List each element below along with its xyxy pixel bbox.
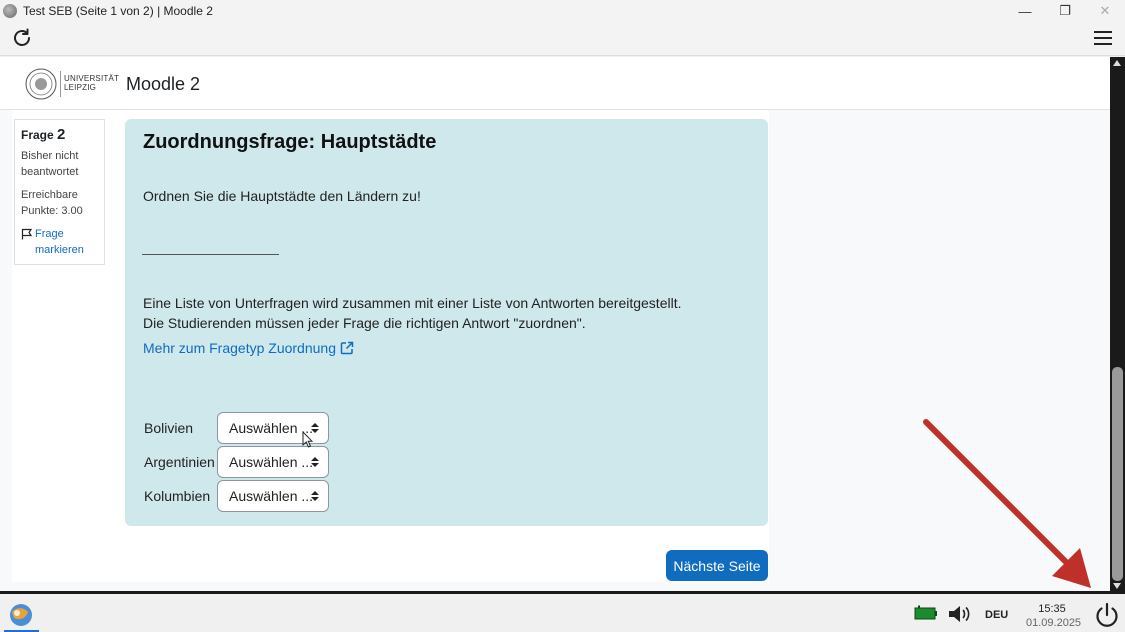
question-number: Frage 2 — [21, 126, 98, 143]
question-divider — [142, 254, 279, 255]
select-caret-icon — [311, 457, 319, 467]
logo-separator — [60, 71, 61, 97]
restore-button[interactable]: ❐ — [1045, 0, 1085, 22]
page-viewport: UNIVERSITÄT LEIPZIG Moodle 2 Frage 2 Bis… — [0, 57, 1110, 591]
window-title: Test SEB (Seite 1 von 2) | Moodle 2 — [23, 4, 213, 18]
seb-app-icon — [3, 4, 17, 18]
browser-toolbar — [0, 22, 1125, 56]
close-button[interactable]: ✕ — [1085, 0, 1125, 22]
question-description: Eine Liste von Unterfragen wird zusammen… — [143, 295, 682, 331]
next-page-button[interactable]: Nächste Seite — [666, 550, 768, 581]
help-link-label: Mehr zum Fragetyp Zuordnung — [143, 340, 336, 356]
question-number-value: 2 — [57, 126, 66, 143]
flag-question-link[interactable]: Frage markieren — [21, 226, 98, 258]
match-select-kolumbien[interactable]: Auswählen ... — [217, 480, 329, 512]
power-icon[interactable] — [1093, 601, 1121, 629]
university-logo-text: UNIVERSITÄT LEIPZIG — [64, 74, 119, 92]
question-box: Zuordnungsfrage: Hauptstädte Ordnen Sie … — [125, 119, 768, 526]
question-label: Frage — [21, 128, 54, 142]
reload-icon[interactable] — [10, 26, 34, 50]
question-state: Bisher nicht beantwortet — [21, 150, 79, 178]
window-title-bar: Test SEB (Seite 1 von 2) | Moodle 2 — ❐ … — [0, 0, 1125, 22]
question-type-help-link[interactable]: Mehr zum Fragetyp Zuordnung — [143, 340, 354, 356]
question-text: Ordnen Sie die Hauptstädte den Ländern z… — [143, 188, 421, 204]
select-value: Auswählen ... — [229, 420, 314, 436]
scrollbar-thumb[interactable] — [1112, 367, 1123, 581]
seb-browser-icon[interactable] — [6, 602, 36, 628]
scroll-up-arrow-icon[interactable] — [1113, 60, 1121, 66]
minimize-button[interactable]: — — [1005, 0, 1045, 22]
hamburger-menu-icon[interactable] — [1093, 28, 1113, 48]
clock: 15:35 01.09.2025 — [1026, 602, 1082, 630]
match-label: Argentinien — [144, 454, 215, 470]
scroll-down-arrow-icon[interactable] — [1113, 583, 1121, 589]
battery-icon[interactable] — [914, 605, 938, 621]
question-grade: Erreichbare Punkte: 3.00 — [21, 189, 83, 217]
flag-icon — [21, 228, 33, 240]
mouse-cursor-icon — [302, 431, 314, 448]
logo-line-1: UNIVERSITÄT — [64, 74, 120, 83]
flag-question-label: Frage markieren — [35, 228, 84, 256]
select-caret-icon — [311, 491, 319, 501]
moodle-header: UNIVERSITÄT LEIPZIG Moodle 2 — [0, 57, 1110, 110]
match-label: Kolumbien — [144, 488, 211, 504]
match-label: Bolivien — [144, 420, 194, 436]
select-value: Auswählen ... — [229, 454, 314, 470]
match-row-kolumbien: Kolumbien Auswählen ... — [144, 480, 329, 512]
site-name[interactable]: Moodle 2 — [126, 74, 200, 95]
volume-icon[interactable] — [947, 604, 973, 624]
match-row-argentinien: Argentinien Auswählen ... — [144, 446, 329, 478]
clock-date: 01.09.2025 — [1026, 617, 1082, 629]
match-select-argentinien[interactable]: Auswählen ... — [217, 446, 329, 478]
university-seal-icon[interactable] — [25, 68, 57, 100]
logo-line-2: LEIPZIG — [64, 83, 97, 92]
keyboard-language[interactable]: DEU — [985, 609, 1008, 621]
select-value: Auswählen ... — [229, 488, 314, 504]
question-title: Zuordnungsfrage: Hauptstädte — [143, 131, 437, 153]
window-controls: — ❐ ✕ — [1005, 0, 1125, 22]
page-scrollbar[interactable] — [1110, 57, 1125, 591]
external-link-icon — [340, 341, 354, 355]
seb-taskbar: DEU 15:35 01.09.2025 — [0, 591, 1125, 632]
clock-time: 15:35 — [1038, 603, 1066, 615]
question-info-panel: Frage 2 Bisher nicht beantwortet Erreich… — [14, 119, 105, 265]
